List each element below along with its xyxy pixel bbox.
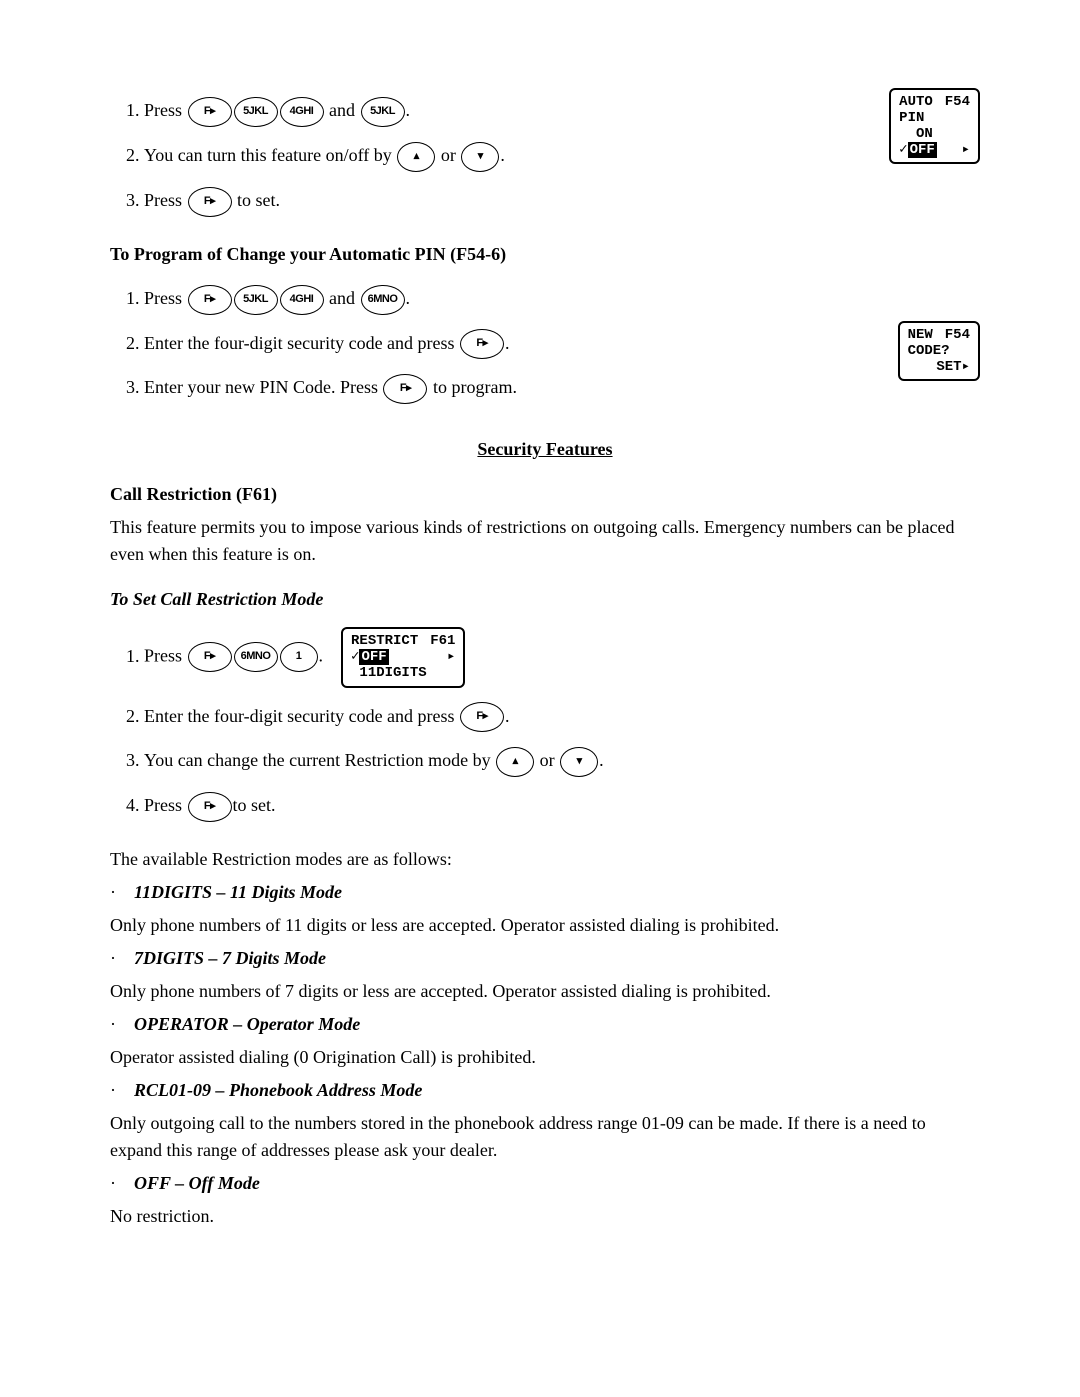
text: and [325, 100, 360, 120]
text: . [319, 646, 324, 666]
f-button-icon: F▸ [188, 187, 232, 217]
text: Enter the four-digit security code and p… [144, 706, 459, 726]
text: You can turn this feature on/off by [144, 145, 396, 165]
autopin-steps: Press F▸5JKL4GHI and 5JKL. AUTOF54 PIN O… [110, 88, 980, 223]
step-3: You can change the current Restriction m… [144, 738, 980, 783]
mode-item: · RCL01-09 – Phonebook Address Mode [110, 1077, 980, 1104]
step-1: Press F▸6MNO1. RESTRICTF61 ✓OFF▸ 11DIGIT… [144, 621, 980, 693]
text: . [500, 145, 505, 165]
text: Press [144, 795, 187, 815]
step-4: Press F▸to set. [144, 783, 980, 828]
f-button-icon: F▸ [188, 285, 232, 315]
program-pin-steps: Press F▸5JKL4GHI and 6MNO. Enter the fou… [110, 276, 980, 411]
text: and [325, 288, 360, 308]
down-button-icon: ▾ [560, 747, 598, 777]
step-1: Press F▸5JKL4GHI and 6MNO. [144, 276, 980, 321]
text: . [599, 750, 604, 770]
step-1: Press F▸5JKL4GHI and 5JKL. AUTOF54 PIN O… [144, 88, 980, 133]
key-5-icon: 5JKL [361, 97, 405, 127]
mode-title: OPERATOR – Operator Mode [134, 1014, 360, 1034]
key-5-icon: 5JKL [234, 285, 278, 315]
mode-desc: Only phone numbers of 7 digits or less a… [110, 978, 980, 1005]
restriction-modes: The available Restriction modes are as f… [110, 846, 980, 1230]
key-4-icon: 4GHI [280, 285, 324, 315]
up-button-icon: ▴ [496, 747, 534, 777]
text: . [505, 333, 510, 353]
heading-set-call-restriction: To Set Call Restriction Mode [110, 586, 980, 613]
mode-item: · 7DIGITS – 7 Digits Mode [110, 945, 980, 972]
lcd-screen-autopin: AUTOF54 PIN ON ✓OFF▸ [889, 88, 980, 164]
text: Press [144, 646, 182, 666]
mode-desc: No restriction. [110, 1203, 980, 1230]
mode-title: 11DIGITS – 11 Digits Mode [134, 882, 342, 902]
key-4-icon: 4GHI [280, 97, 324, 127]
mode-item: · OPERATOR – Operator Mode [110, 1011, 980, 1038]
mode-desc: Only phone numbers of 11 digits or less … [110, 912, 980, 939]
text: to set. [233, 190, 281, 210]
text: . [406, 100, 411, 120]
f-button-icon: F▸ [188, 642, 232, 672]
text: or [535, 750, 559, 770]
text: to program. [428, 377, 516, 397]
text: or [436, 145, 460, 165]
key-6-icon: 6MNO [234, 642, 278, 672]
heading-program-pin: To Program of Change your Automatic PIN … [110, 241, 980, 268]
mode-item: · 11DIGITS – 11 Digits Mode [110, 879, 980, 906]
text: Press [144, 288, 182, 308]
heading-call-restriction: Call Restriction (F61) [110, 481, 980, 508]
key-6-icon: 6MNO [361, 285, 405, 315]
key-1-icon: 1 [280, 642, 318, 672]
mode-desc: Only outgoing call to the numbers stored… [110, 1110, 980, 1164]
step-2: Enter the four-digit security code and p… [144, 321, 980, 366]
text: . [406, 288, 411, 308]
step-2: Enter the four-digit security code and p… [144, 694, 980, 739]
step-3: Enter your new PIN Code. Press F▸ to pro… [144, 365, 980, 410]
f-button-icon: F▸ [460, 702, 504, 732]
f-button-icon: F▸ [460, 329, 504, 359]
text: . [505, 706, 510, 726]
down-button-icon: ▾ [461, 142, 499, 172]
mode-title: RCL01-09 – Phonebook Address Mode [134, 1080, 422, 1100]
modes-intro: The available Restriction modes are as f… [110, 846, 980, 873]
mode-title: OFF – Off Mode [134, 1173, 260, 1193]
heading-security-features: Security Features [110, 436, 980, 463]
step-2: You can turn this feature on/off by ▴ or… [144, 133, 980, 178]
step-3: Press F▸ to set. [144, 178, 980, 223]
call-restriction-steps: Press F▸6MNO1. RESTRICTF61 ✓OFF▸ 11DIGIT… [110, 621, 980, 828]
f-button-icon: F▸ [383, 374, 427, 404]
paragraph: This feature permits you to impose vario… [110, 514, 980, 568]
key-5-icon: 5JKL [234, 97, 278, 127]
f-button-icon: F▸ [188, 97, 232, 127]
text: Enter the four-digit security code and p… [144, 333, 459, 353]
text: Press [144, 100, 182, 120]
text: Press [144, 190, 187, 210]
up-button-icon: ▴ [397, 142, 435, 172]
mode-title: 7DIGITS – 7 Digits Mode [134, 948, 326, 968]
lcd-screen-restrict: RESTRICTF61 ✓OFF▸ 11DIGITS [341, 627, 465, 687]
text: to set. [233, 795, 276, 815]
text: You can change the current Restriction m… [144, 750, 495, 770]
text: Enter your new PIN Code. Press [144, 377, 382, 397]
mode-item: · OFF – Off Mode [110, 1170, 980, 1197]
lcd-screen-newcode: NEWF54 CODE? SET▸ [898, 321, 980, 381]
f-button-icon: F▸ [188, 792, 232, 822]
mode-desc: Operator assisted dialing (0 Origination… [110, 1044, 980, 1071]
